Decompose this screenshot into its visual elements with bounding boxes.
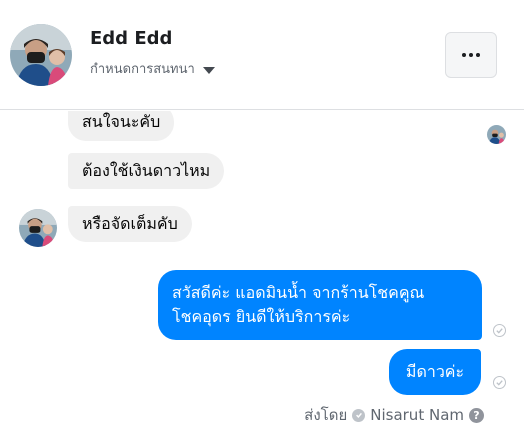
sent-by-info: ส่งโดย Nisarut Nam ? (304, 403, 484, 427)
sender-avatar (19, 209, 57, 247)
schedule-label: กำหนดการสนทนา (90, 62, 195, 77)
outgoing-message-line: โชคอุดร ยินดีให้บริการค่ะ (172, 307, 351, 326)
check-circle-icon (352, 408, 366, 422)
conversation-schedule-menu[interactable]: กำหนดการสนทนา (90, 58, 215, 79)
outgoing-message[interactable]: มีดาวค่ะ (389, 349, 481, 395)
contact-avatar[interactable] (10, 24, 72, 86)
sender-name: Nisarut Nam (370, 406, 464, 424)
sent-check-icon (493, 376, 506, 389)
seen-by-avatar (487, 125, 506, 144)
incoming-message[interactable]: หรือจัดเต็มคับ (68, 206, 192, 242)
sent-by-label: ส่งโดย (304, 406, 348, 424)
conversation-header: Edd Edd กำหนดการสนทนา (0, 0, 524, 110)
incoming-message[interactable]: ต้องใช้เงินดาวไหม (68, 153, 225, 189)
caret-down-icon (202, 66, 215, 74)
outgoing-message-line: สวัสดีค่ะ แอดมินน้ำ จากร้านโชคคูณ (172, 283, 425, 302)
contact-name[interactable]: Edd Edd (90, 28, 172, 49)
more-dots-icon (462, 53, 480, 57)
sent-check-icon (493, 324, 506, 337)
incoming-message[interactable]: สนใจนะคับ (68, 111, 175, 141)
message-list[interactable]: สนใจนะคับ ต้องใช้เงินดาวไหม หรือจัดเต็มค… (0, 111, 524, 438)
outgoing-message[interactable]: สวัสดีค่ะ แอดมินน้ำ จากร้านโชคคูณ โชคอุด… (158, 270, 482, 340)
more-options-button[interactable] (445, 32, 497, 78)
help-icon[interactable]: ? (469, 407, 484, 423)
